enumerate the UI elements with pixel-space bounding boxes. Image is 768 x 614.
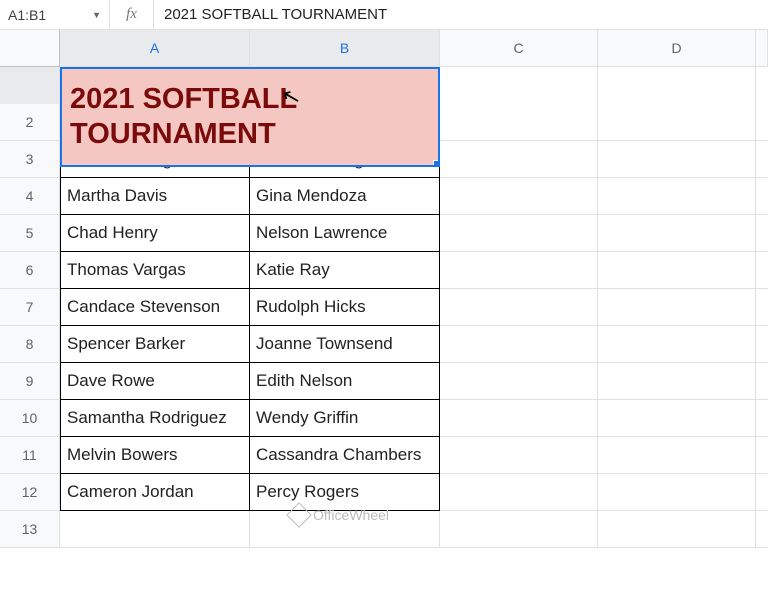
cell-edge-3[interactable] — [756, 141, 768, 178]
row-header-4[interactable]: 4 — [0, 178, 60, 215]
cell-B9[interactable]: Edith Nelson — [250, 363, 440, 400]
formula-bar: A1:B1 ▼ fx — [0, 0, 768, 30]
col-header-D[interactable]: D — [598, 30, 756, 67]
cell-D9[interactable] — [598, 363, 756, 400]
select-all-corner[interactable] — [0, 30, 60, 67]
cell-D5[interactable] — [598, 215, 756, 252]
col-header-edge[interactable] — [756, 30, 768, 67]
cell-edge-7[interactable] — [756, 289, 768, 326]
cell-edge-8[interactable] — [756, 326, 768, 363]
cell-edge-6[interactable] — [756, 252, 768, 289]
fx-icon: fx — [110, 0, 154, 29]
row-header-8[interactable]: 8 — [0, 326, 60, 363]
cell-edge-2[interactable] — [756, 104, 768, 141]
cell-edge-11[interactable] — [756, 437, 768, 474]
cell-A8[interactable]: Spencer Barker — [60, 326, 250, 363]
row-header-5[interactable]: 5 — [0, 215, 60, 252]
title-cell[interactable]: 2021 SOFTBALL TOURNAMENT — [60, 67, 440, 167]
watermark-icon — [286, 502, 311, 527]
cell-D11[interactable] — [598, 437, 756, 474]
cell-D6[interactable] — [598, 252, 756, 289]
cell-A6[interactable]: Thomas Vargas — [60, 252, 250, 289]
cell-C5[interactable] — [440, 215, 598, 252]
cell-B10[interactable]: Wendy Griffin — [250, 400, 440, 437]
name-box[interactable]: A1:B1 ▼ — [0, 0, 110, 29]
col-header-A[interactable]: A — [60, 30, 250, 67]
cell-B11[interactable]: Cassandra Chambers — [250, 437, 440, 474]
cell-A9[interactable]: Dave Rowe — [60, 363, 250, 400]
cell-D3[interactable] — [598, 141, 756, 178]
row-header-13[interactable]: 13 — [0, 511, 60, 548]
watermark: OfficeWheel — [290, 506, 389, 524]
cell-edge-5[interactable] — [756, 215, 768, 252]
cell-A12[interactable]: Cameron Jordan — [60, 474, 250, 511]
cell-C11[interactable] — [440, 437, 598, 474]
cell-edge-12[interactable] — [756, 474, 768, 511]
row-header-9[interactable]: 9 — [0, 363, 60, 400]
cell-C12[interactable] — [440, 474, 598, 511]
row-header-12[interactable]: 12 — [0, 474, 60, 511]
cell-D8[interactable] — [598, 326, 756, 363]
cell-C13[interactable] — [440, 511, 598, 548]
cell-C6[interactable] — [440, 252, 598, 289]
cell-C9[interactable] — [440, 363, 598, 400]
cell-A13[interactable] — [60, 511, 250, 548]
cell-A4[interactable]: Martha Davis — [60, 178, 250, 215]
row-header-6[interactable]: 6 — [0, 252, 60, 289]
formula-input[interactable] — [154, 0, 768, 29]
cell-B7[interactable]: Rudolph Hicks — [250, 289, 440, 326]
cell-B5[interactable]: Nelson Lawrence — [250, 215, 440, 252]
cell-D13[interactable] — [598, 511, 756, 548]
cell-A10[interactable]: Samantha Rodriguez — [60, 400, 250, 437]
cell-B4[interactable]: Gina Mendoza — [250, 178, 440, 215]
cell-C4[interactable] — [440, 178, 598, 215]
cell-C7[interactable] — [440, 289, 598, 326]
row-header-2[interactable]: 2 — [0, 104, 60, 141]
col-header-B[interactable]: B — [250, 30, 440, 67]
row-header-3[interactable]: 3 — [0, 141, 60, 178]
cell-D2[interactable] — [598, 104, 756, 141]
spreadsheet-grid[interactable]: ↖ ABCD12021 SOFTBALL TOURNAMENT2Team 1 M… — [0, 30, 768, 548]
watermark-label: OfficeWheel — [313, 507, 389, 523]
cell-B8[interactable]: Joanne Townsend — [250, 326, 440, 363]
cell-edge-13[interactable] — [756, 511, 768, 548]
row-header-11[interactable]: 11 — [0, 437, 60, 474]
chevron-down-icon[interactable]: ▼ — [92, 10, 101, 20]
cell-D4[interactable] — [598, 178, 756, 215]
cell-A7[interactable]: Candace Stevenson — [60, 289, 250, 326]
cell-D7[interactable] — [598, 289, 756, 326]
cell-C2[interactable] — [440, 104, 598, 141]
cell-D12[interactable] — [598, 474, 756, 511]
cell-B6[interactable]: Katie Ray — [250, 252, 440, 289]
cell-C10[interactable] — [440, 400, 598, 437]
cell-D10[interactable] — [598, 400, 756, 437]
row-header-10[interactable]: 10 — [0, 400, 60, 437]
cell-A5[interactable]: Chad Henry — [60, 215, 250, 252]
cell-edge-4[interactable] — [756, 178, 768, 215]
cell-C8[interactable] — [440, 326, 598, 363]
cell-A11[interactable]: Melvin Bowers — [60, 437, 250, 474]
cell-edge-10[interactable] — [756, 400, 768, 437]
cell-edge-9[interactable] — [756, 363, 768, 400]
row-header-7[interactable]: 7 — [0, 289, 60, 326]
cell-C3[interactable] — [440, 141, 598, 178]
name-box-value: A1:B1 — [8, 7, 46, 23]
col-header-C[interactable]: C — [440, 30, 598, 67]
